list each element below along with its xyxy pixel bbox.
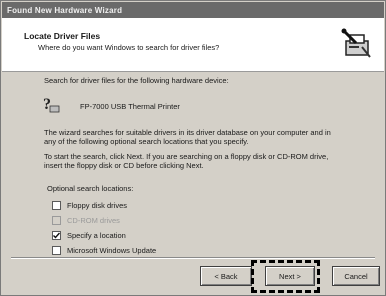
cdrom-checkbox xyxy=(52,216,61,225)
device-name: FP-7000 USB Thermal Printer xyxy=(80,102,180,111)
wizard-icon xyxy=(341,28,371,58)
floppy-label: Floppy disk drives xyxy=(67,201,128,210)
back-button[interactable]: < Back xyxy=(200,266,252,286)
wizard-window: Found New Hardware Wizard Locate Driver … xyxy=(0,0,386,296)
option-cdrom: CD-ROM drives xyxy=(52,213,156,228)
option-specify-location[interactable]: Specify a location xyxy=(52,228,156,243)
specify-location-checkbox[interactable] xyxy=(52,231,61,240)
option-windows-update[interactable]: Microsoft Windows Update xyxy=(52,243,156,258)
button-separator xyxy=(11,257,375,259)
paragraph2-line2: insert the floppy disk or CD before clic… xyxy=(44,161,204,170)
checkmark-icon xyxy=(53,232,61,239)
hardware-question-icon: ? xyxy=(43,96,60,113)
windows-update-checkbox[interactable] xyxy=(52,246,61,255)
floppy-checkbox[interactable] xyxy=(52,201,61,210)
next-button-highlight xyxy=(251,260,320,293)
paragraph1-line2: any of the following optional search loc… xyxy=(44,137,249,146)
paragraph2-line1: To start the search, click Next. If you … xyxy=(44,152,329,161)
paragraph1-line1: The wizard searches for suitable drivers… xyxy=(44,128,331,137)
option-floppy[interactable]: Floppy disk drives xyxy=(52,198,156,213)
wizard-content: Search for driver files for the followin… xyxy=(2,73,384,259)
window-title: Found New Hardware Wizard xyxy=(7,5,123,15)
optional-locations-label: Optional search locations: xyxy=(47,184,134,193)
search-location-options: Floppy disk drives CD-ROM drives Specify… xyxy=(52,198,156,258)
header-title: Locate Driver Files xyxy=(24,31,101,41)
specify-location-label: Specify a location xyxy=(67,231,126,240)
wizard-header: Locate Driver Files Where do you want Wi… xyxy=(2,18,384,72)
search-intro: Search for driver files for the followin… xyxy=(44,76,229,85)
windows-update-label: Microsoft Windows Update xyxy=(67,246,157,255)
header-subtitle: Where do you want Windows to search for … xyxy=(38,43,220,52)
cancel-button[interactable]: Cancel xyxy=(332,266,380,286)
cdrom-label: CD-ROM drives xyxy=(67,216,120,225)
title-bar[interactable]: Found New Hardware Wizard xyxy=(2,2,384,18)
